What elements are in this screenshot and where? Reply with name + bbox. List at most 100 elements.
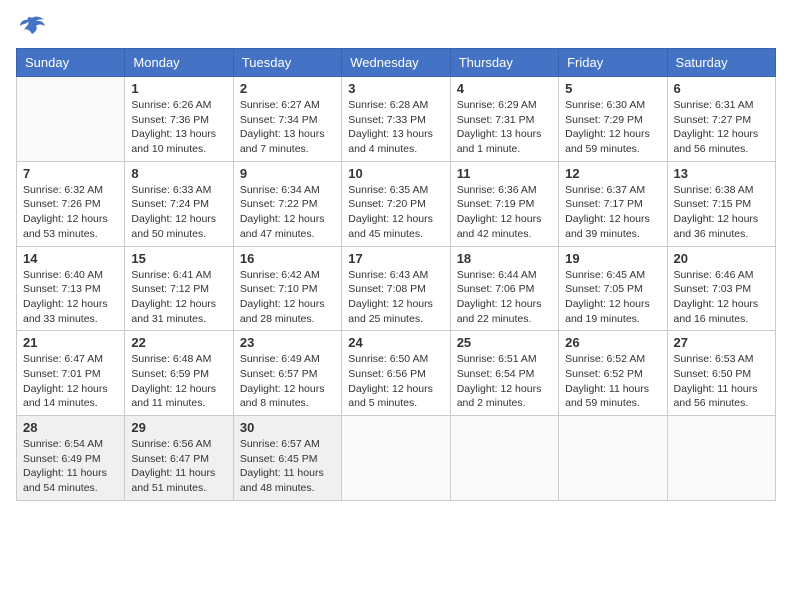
calendar-header-saturday: Saturday — [667, 49, 775, 77]
day-number: 26 — [565, 335, 660, 350]
day-info: Sunrise: 6:40 AM Sunset: 7:13 PM Dayligh… — [23, 268, 118, 327]
day-info: Sunrise: 6:44 AM Sunset: 7:06 PM Dayligh… — [457, 268, 552, 327]
day-info: Sunrise: 6:37 AM Sunset: 7:17 PM Dayligh… — [565, 183, 660, 242]
day-number: 15 — [131, 251, 226, 266]
day-number: 5 — [565, 81, 660, 96]
calendar-cell: 20 Sunrise: 6:46 AM Sunset: 7:03 PM Dayli… — [667, 246, 775, 331]
day-info: Sunrise: 6:53 AM Sunset: 6:50 PM Dayligh… — [674, 352, 769, 411]
calendar-cell: 2 Sunrise: 6:27 AM Sunset: 7:34 PM Daylig… — [233, 77, 341, 162]
day-number: 9 — [240, 166, 335, 181]
day-info: Sunrise: 6:28 AM Sunset: 7:33 PM Dayligh… — [348, 98, 443, 157]
day-info: Sunrise: 6:29 AM Sunset: 7:31 PM Dayligh… — [457, 98, 552, 157]
day-info: Sunrise: 6:49 AM Sunset: 6:57 PM Dayligh… — [240, 352, 335, 411]
calendar-cell: 23 Sunrise: 6:49 AM Sunset: 6:57 PM Dayli… — [233, 331, 341, 416]
calendar-cell: 21 Sunrise: 6:47 AM Sunset: 7:01 PM Dayli… — [17, 331, 125, 416]
day-number: 23 — [240, 335, 335, 350]
calendar-week-row: 28 Sunrise: 6:54 AM Sunset: 6:49 PM Dayli… — [17, 416, 776, 501]
day-info: Sunrise: 6:52 AM Sunset: 6:52 PM Dayligh… — [565, 352, 660, 411]
calendar-header-thursday: Thursday — [450, 49, 558, 77]
day-info: Sunrise: 6:34 AM Sunset: 7:22 PM Dayligh… — [240, 183, 335, 242]
day-number: 1 — [131, 81, 226, 96]
day-info: Sunrise: 6:31 AM Sunset: 7:27 PM Dayligh… — [674, 98, 769, 157]
day-number: 16 — [240, 251, 335, 266]
day-number: 3 — [348, 81, 443, 96]
calendar-cell: 15 Sunrise: 6:41 AM Sunset: 7:12 PM Dayli… — [125, 246, 233, 331]
calendar-week-row: 1 Sunrise: 6:26 AM Sunset: 7:36 PM Daylig… — [17, 77, 776, 162]
calendar-cell — [450, 416, 558, 501]
day-number: 19 — [565, 251, 660, 266]
day-number: 20 — [674, 251, 769, 266]
calendar-cell: 9 Sunrise: 6:34 AM Sunset: 7:22 PM Daylig… — [233, 161, 341, 246]
calendar-cell — [559, 416, 667, 501]
calendar-header-sunday: Sunday — [17, 49, 125, 77]
calendar-header-tuesday: Tuesday — [233, 49, 341, 77]
day-info: Sunrise: 6:30 AM Sunset: 7:29 PM Dayligh… — [565, 98, 660, 157]
day-info: Sunrise: 6:35 AM Sunset: 7:20 PM Dayligh… — [348, 183, 443, 242]
day-info: Sunrise: 6:42 AM Sunset: 7:10 PM Dayligh… — [240, 268, 335, 327]
day-info: Sunrise: 6:57 AM Sunset: 6:45 PM Dayligh… — [240, 437, 335, 496]
day-info: Sunrise: 6:33 AM Sunset: 7:24 PM Dayligh… — [131, 183, 226, 242]
day-info: Sunrise: 6:26 AM Sunset: 7:36 PM Dayligh… — [131, 98, 226, 157]
calendar-header-wednesday: Wednesday — [342, 49, 450, 77]
calendar-header-monday: Monday — [125, 49, 233, 77]
calendar-cell — [342, 416, 450, 501]
day-info: Sunrise: 6:38 AM Sunset: 7:15 PM Dayligh… — [674, 183, 769, 242]
calendar-cell: 10 Sunrise: 6:35 AM Sunset: 7:20 PM Dayli… — [342, 161, 450, 246]
day-number: 17 — [348, 251, 443, 266]
calendar-cell: 27 Sunrise: 6:53 AM Sunset: 6:50 PM Dayli… — [667, 331, 775, 416]
day-info: Sunrise: 6:50 AM Sunset: 6:56 PM Dayligh… — [348, 352, 443, 411]
day-info: Sunrise: 6:27 AM Sunset: 7:34 PM Dayligh… — [240, 98, 335, 157]
calendar-cell: 30 Sunrise: 6:57 AM Sunset: 6:45 PM Dayli… — [233, 416, 341, 501]
day-info: Sunrise: 6:46 AM Sunset: 7:03 PM Dayligh… — [674, 268, 769, 327]
day-number: 2 — [240, 81, 335, 96]
day-info: Sunrise: 6:47 AM Sunset: 7:01 PM Dayligh… — [23, 352, 118, 411]
calendar-cell: 5 Sunrise: 6:30 AM Sunset: 7:29 PM Daylig… — [559, 77, 667, 162]
logo — [16, 16, 46, 38]
calendar-cell — [667, 416, 775, 501]
calendar-cell: 13 Sunrise: 6:38 AM Sunset: 7:15 PM Dayli… — [667, 161, 775, 246]
calendar-cell — [17, 77, 125, 162]
day-info: Sunrise: 6:51 AM Sunset: 6:54 PM Dayligh… — [457, 352, 552, 411]
calendar-cell: 26 Sunrise: 6:52 AM Sunset: 6:52 PM Dayli… — [559, 331, 667, 416]
day-number: 4 — [457, 81, 552, 96]
day-number: 21 — [23, 335, 118, 350]
day-info: Sunrise: 6:45 AM Sunset: 7:05 PM Dayligh… — [565, 268, 660, 327]
calendar-table: SundayMondayTuesdayWednesdayThursdayFrid… — [16, 48, 776, 501]
calendar-cell: 3 Sunrise: 6:28 AM Sunset: 7:33 PM Daylig… — [342, 77, 450, 162]
day-number: 13 — [674, 166, 769, 181]
day-info: Sunrise: 6:56 AM Sunset: 6:47 PM Dayligh… — [131, 437, 226, 496]
calendar-cell: 17 Sunrise: 6:43 AM Sunset: 7:08 PM Dayli… — [342, 246, 450, 331]
calendar-cell: 22 Sunrise: 6:48 AM Sunset: 6:59 PM Dayli… — [125, 331, 233, 416]
calendar-cell: 24Sunrise: 6:50 AM Sunset: 6:56 PM Dayli… — [342, 331, 450, 416]
calendar-cell: 14Sunrise: 6:40 AM Sunset: 7:13 PM Dayli… — [17, 246, 125, 331]
day-number: 22 — [131, 335, 226, 350]
day-number: 30 — [240, 420, 335, 435]
calendar-cell: 8 Sunrise: 6:33 AM Sunset: 7:24 PM Daylig… — [125, 161, 233, 246]
day-number: 25 — [457, 335, 552, 350]
day-number: 29 — [131, 420, 226, 435]
calendar-week-row: 7Sunrise: 6:32 AM Sunset: 7:26 PM Daylig… — [17, 161, 776, 246]
day-info: Sunrise: 6:54 AM Sunset: 6:49 PM Dayligh… — [23, 437, 118, 496]
day-number: 28 — [23, 420, 118, 435]
day-number: 11 — [457, 166, 552, 181]
calendar-cell: 1 Sunrise: 6:26 AM Sunset: 7:36 PM Daylig… — [125, 77, 233, 162]
calendar-cell: 4 Sunrise: 6:29 AM Sunset: 7:31 PM Daylig… — [450, 77, 558, 162]
logo-bird-icon — [18, 16, 46, 38]
day-number: 18 — [457, 251, 552, 266]
calendar-cell: 18 Sunrise: 6:44 AM Sunset: 7:06 PM Dayli… — [450, 246, 558, 331]
day-number: 27 — [674, 335, 769, 350]
calendar-cell: 29 Sunrise: 6:56 AM Sunset: 6:47 PM Dayli… — [125, 416, 233, 501]
calendar-cell: 6 Sunrise: 6:31 AM Sunset: 7:27 PM Daylig… — [667, 77, 775, 162]
day-number: 7 — [23, 166, 118, 181]
day-info: Sunrise: 6:36 AM Sunset: 7:19 PM Dayligh… — [457, 183, 552, 242]
calendar-cell: 7Sunrise: 6:32 AM Sunset: 7:26 PM Daylig… — [17, 161, 125, 246]
day-number: 8 — [131, 166, 226, 181]
day-info: Sunrise: 6:41 AM Sunset: 7:12 PM Dayligh… — [131, 268, 226, 327]
day-info: Sunrise: 6:48 AM Sunset: 6:59 PM Dayligh… — [131, 352, 226, 411]
day-info: Sunrise: 6:43 AM Sunset: 7:08 PM Dayligh… — [348, 268, 443, 327]
calendar-cell: 12Sunrise: 6:37 AM Sunset: 7:17 PM Dayli… — [559, 161, 667, 246]
day-number: 6 — [674, 81, 769, 96]
day-number: 10 — [348, 166, 443, 181]
calendar-cell: 28 Sunrise: 6:54 AM Sunset: 6:49 PM Dayli… — [17, 416, 125, 501]
calendar-cell: 11 Sunrise: 6:36 AM Sunset: 7:19 PM Dayli… — [450, 161, 558, 246]
